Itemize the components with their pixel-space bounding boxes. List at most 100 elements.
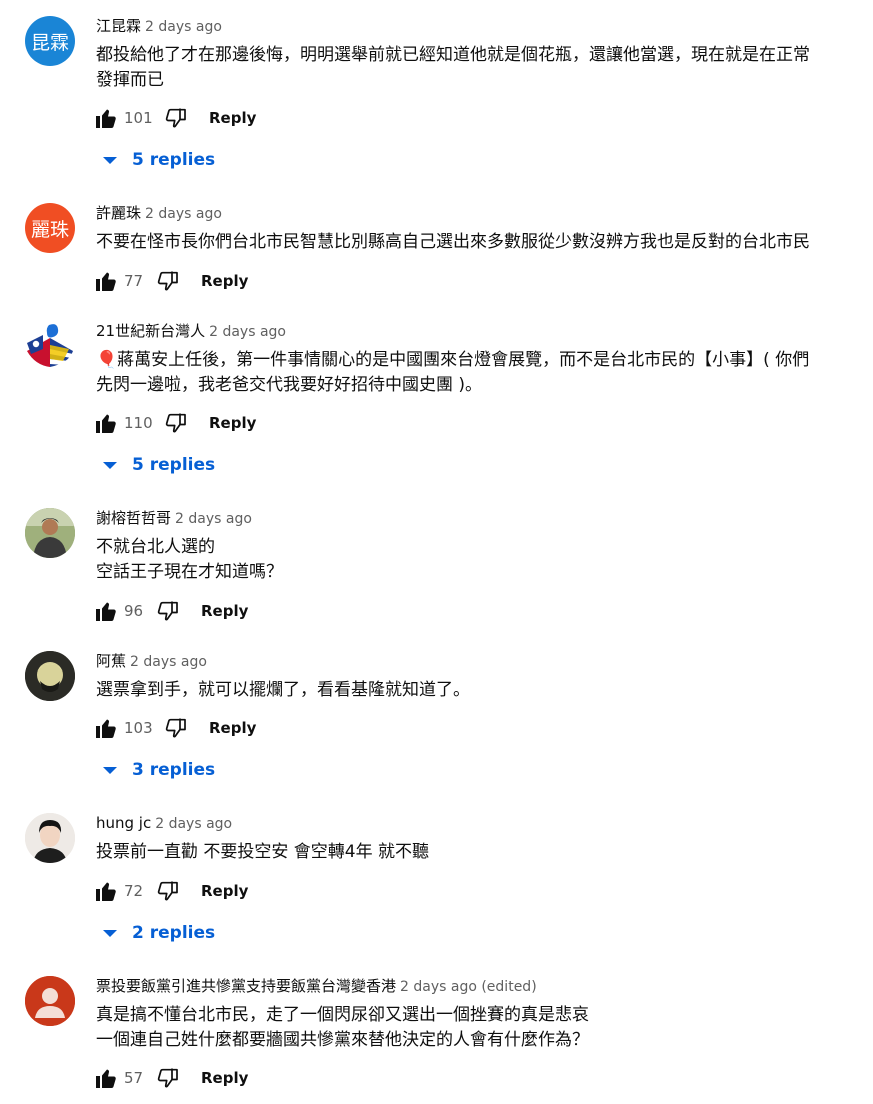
timestamp[interactable]: 2 days ago (edited) [400, 979, 537, 995]
comment-text: 真是搞不懂台北市民，走了一個閃尿卻又選出一個挫賽的真是悲哀 一個連自己姓什麼都要… [96, 1005, 589, 1050]
avatar[interactable] [25, 813, 75, 863]
like-count: 72 [124, 882, 144, 900]
timestamp[interactable]: 2 days ago [145, 19, 222, 35]
like-count: 57 [124, 1069, 144, 1087]
caret-down-icon [101, 456, 119, 474]
timestamp[interactable]: 2 days ago [209, 324, 286, 340]
thumb-up-icon [96, 109, 116, 128]
comment-header: 謝榕哲哲哥 2 days ago [96, 508, 252, 529]
comment-header: 江昆霖 2 days ago [96, 16, 222, 37]
comment-actions: 57 Reply [94, 1064, 248, 1092]
comment-header: 許麗珠 2 days ago [96, 203, 222, 224]
person-photo-avatar-icon [25, 813, 75, 863]
comment-actions: 96 Reply [94, 597, 248, 625]
comment-actions: 77 Reply [94, 267, 248, 295]
replies-count-label: 5 replies [132, 150, 216, 170]
like-count: 101 [124, 109, 153, 127]
avatar[interactable]: 麗珠 [25, 203, 75, 253]
dislike-button[interactable] [156, 599, 180, 623]
like-button[interactable] [94, 411, 118, 435]
dislike-button[interactable] [164, 411, 188, 435]
avatar[interactable] [25, 508, 75, 558]
view-replies-button[interactable]: 2 replies [101, 919, 215, 947]
reply-button[interactable]: Reply [201, 882, 248, 900]
like-button[interactable] [94, 269, 118, 293]
thumb-down-icon [157, 601, 178, 621]
comment-header: hung jc 2 days ago [96, 813, 232, 834]
like-count: 103 [124, 719, 153, 737]
thumb-up-icon [96, 1069, 116, 1088]
comment-text: 選票拿到手，就可以擺爛了，看看基隆就知道了。 [96, 680, 470, 700]
replies-count-label: 3 replies [132, 760, 216, 780]
author-name[interactable]: 江昆霖 [96, 17, 141, 35]
like-button[interactable] [94, 879, 118, 903]
reply-button[interactable]: Reply [201, 1069, 248, 1087]
avatar[interactable] [25, 321, 75, 371]
dislike-button[interactable] [156, 1066, 180, 1090]
view-replies-button[interactable]: 5 replies [101, 451, 215, 479]
comment-header: 阿蕉 2 days ago [96, 651, 207, 672]
view-replies-button[interactable]: 5 replies [101, 146, 215, 174]
comment-actions: 101 Reply [94, 104, 256, 132]
reply-button[interactable]: Reply [201, 272, 248, 290]
thumb-down-icon [165, 413, 186, 433]
caret-down-icon [101, 151, 119, 169]
like-button[interactable] [94, 716, 118, 740]
comment-actions: 72 Reply [94, 877, 248, 905]
like-button[interactable] [94, 1066, 118, 1090]
timestamp[interactable]: 2 days ago [145, 206, 222, 222]
thumb-up-icon [96, 719, 116, 738]
dislike-button[interactable] [156, 879, 180, 903]
comment-header: 21世紀新台灣人 2 days ago [96, 321, 286, 342]
thumb-down-icon [165, 108, 186, 128]
thumb-down-icon [165, 718, 186, 738]
thumb-down-icon [157, 1068, 178, 1088]
default-user-avatar-icon [25, 976, 75, 1026]
like-button[interactable] [94, 599, 118, 623]
thumb-up-icon [96, 602, 116, 621]
reply-button[interactable]: Reply [209, 414, 256, 432]
caret-down-icon [101, 761, 119, 779]
author-name[interactable]: 21世紀新台灣人 [96, 322, 205, 340]
taiwan-flag-avatar-icon [25, 321, 75, 371]
thumb-down-icon [157, 271, 178, 291]
comment-text: 不要在怪市長你們台北市民智慧比別縣高自己選出來多數服從少數沒辨方我也是反對的台北… [96, 232, 810, 252]
timestamp[interactable]: 2 days ago [175, 511, 252, 527]
view-replies-button[interactable]: 3 replies [101, 756, 215, 784]
timestamp[interactable]: 2 days ago [130, 654, 207, 670]
comment-text: 都投給他了才在那邊後悔，明明選舉前就已經知道他就是個花瓶，還讓他當選，現在就是在… [96, 45, 810, 90]
author-name[interactable]: 許麗珠 [96, 204, 141, 222]
avatar[interactable] [25, 651, 75, 701]
like-count: 77 [124, 272, 144, 290]
avatar[interactable]: 昆霖 [25, 16, 75, 66]
like-button[interactable] [94, 106, 118, 130]
comment-header: 票投要飯黨引進共慘黨支持要飯黨台灣變香港 2 days ago (edited) [96, 976, 537, 997]
person-photo-avatar-icon [25, 508, 75, 558]
avatar[interactable] [25, 976, 75, 1026]
reply-button[interactable]: Reply [201, 602, 248, 620]
timestamp[interactable]: 2 days ago [155, 816, 232, 832]
reply-button[interactable]: Reply [209, 109, 256, 127]
thumb-up-icon [96, 272, 116, 291]
comment-actions: 103 Reply [94, 714, 256, 742]
author-name[interactable]: 票投要飯黨引進共慘黨支持要飯黨台灣變香港 [96, 977, 396, 995]
dislike-button[interactable] [164, 716, 188, 740]
thumb-up-icon [96, 882, 116, 901]
reply-button[interactable]: Reply [209, 719, 256, 737]
dislike-button[interactable] [156, 269, 180, 293]
caret-down-icon [101, 924, 119, 942]
replies-count-label: 2 replies [132, 923, 216, 943]
author-name[interactable]: 阿蕉 [96, 652, 126, 670]
like-count: 96 [124, 602, 144, 620]
author-name[interactable]: 謝榕哲哲哥 [96, 509, 171, 527]
replies-count-label: 5 replies [132, 455, 216, 475]
like-count: 110 [124, 414, 153, 432]
comment-actions: 110 Reply [94, 409, 256, 437]
comment-text: 🎈蔣萬安上任後，第一件事情關心的是中國團來台燈會展覽，而不是台北市民的【小事】(… [96, 350, 810, 395]
comment-text: 投票前一直勸 不要投空安 會空轉4年 就不聽 [96, 842, 430, 862]
comment-text: 不就台北人選的 空話王子現在才知道嗎？ [96, 537, 283, 582]
thumb-up-icon [96, 414, 116, 433]
author-name[interactable]: hung jc [96, 814, 151, 832]
person-photo-avatar-icon [25, 651, 75, 701]
dislike-button[interactable] [164, 106, 188, 130]
